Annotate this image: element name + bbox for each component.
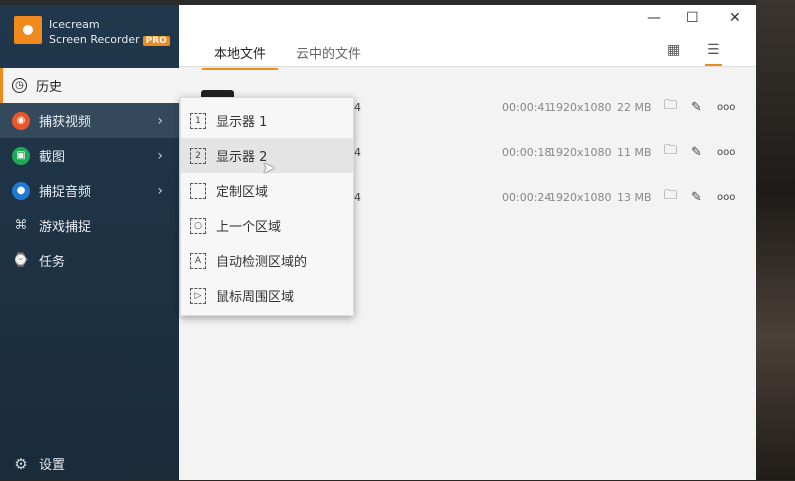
- file-name: 4: [354, 190, 361, 204]
- close-button[interactable]: ✕: [729, 10, 741, 26]
- app-name-line2: Screen Recorder: [49, 33, 140, 46]
- menu-item-label: 上一个区域: [216, 220, 282, 235]
- custom-area-icon: [190, 182, 206, 199]
- sidebar-item-capture-audio[interactable]: ● 捕捉音频 ›: [0, 173, 179, 208]
- menu-item-auto-detect[interactable]: A 自动检测区域的: [181, 243, 353, 278]
- more-icon[interactable]: ooo: [717, 102, 735, 113]
- sidebar-item-label: 捕获视频: [39, 115, 92, 130]
- record-icon: ◉: [12, 111, 30, 130]
- sidebar-item-label: 任务: [39, 255, 66, 270]
- minimize-button[interactable]: —: [647, 10, 661, 26]
- camera-icon: ▣: [12, 146, 30, 165]
- auto-detect-icon: A: [190, 252, 206, 269]
- sidebar-item-screenshot[interactable]: ▣ 截图 ›: [0, 138, 179, 173]
- desktop-background: [756, 0, 795, 480]
- sidebar-item-label: 游戏捕捉: [39, 220, 92, 235]
- file-resolution: 1920x1080: [549, 145, 612, 159]
- capture-video-submenu: 1 显示器 1 2 显示器 2 定制区域 ○ 上一个区域 A 自动检测区域的 ▷ 鼠标周围…: [180, 97, 354, 316]
- file-name: 4: [354, 100, 361, 114]
- pro-badge: PRO: [142, 36, 170, 46]
- sidebar-item-settings[interactable]: ⚙ 设置: [0, 446, 179, 481]
- folder-icon[interactable]: 🗀: [664, 141, 677, 163]
- menu-item-label: 自动检测区域的: [216, 255, 308, 270]
- folder-icon[interactable]: 🗀: [664, 186, 677, 208]
- more-icon[interactable]: ooo: [717, 192, 735, 203]
- more-icon[interactable]: ooo: [717, 147, 735, 158]
- sidebar-item-history[interactable]: ◷ 历史: [0, 68, 179, 103]
- monitor-2-icon: 2: [190, 147, 206, 164]
- file-resolution: 1920x1080: [549, 100, 612, 114]
- edit-icon[interactable]: ✎: [691, 145, 702, 160]
- file-name: 4: [354, 145, 361, 159]
- list-view-icon[interactable]: ☰: [705, 42, 722, 66]
- menu-item-last-area[interactable]: ○ 上一个区域: [181, 208, 353, 243]
- file-size: 22 MB: [617, 100, 652, 114]
- menu-item-label: 鼠标周围区域: [216, 290, 295, 305]
- header: — ☐ ✕ 本地文件 云中的文件 ▦ ☰: [179, 5, 756, 70]
- last-area-icon: ○: [190, 217, 206, 234]
- tab-cloud-files[interactable]: 云中的文件: [296, 43, 361, 68]
- app-logo: [14, 16, 42, 44]
- sidebar-item-capture-video[interactable]: ◉ 捕获视频 ›: [0, 103, 179, 138]
- sidebar-item-label: 历史: [36, 80, 63, 95]
- sidebar: Icecream Screen Recorder PRO ◷ 历史 ◉ 捕获视频 › ▣…: [0, 5, 179, 480]
- tab-local-files[interactable]: 本地文件: [202, 43, 279, 70]
- sidebar-item-tasks[interactable]: ⌚ 任务: [0, 243, 179, 278]
- file-duration: 00:00:24: [502, 190, 552, 204]
- menu-item-around-mouse[interactable]: ▷ 鼠标周围区域: [181, 278, 353, 313]
- mouse-cursor-icon: ➤: [262, 158, 276, 177]
- app-brand: Icecream Screen Recorder PRO: [49, 17, 170, 49]
- app-name-line1: Icecream: [49, 18, 100, 31]
- task-clock-icon: ⌚: [12, 253, 30, 268]
- gamepad-icon: ⌘: [14, 218, 28, 233]
- menu-item-label: 显示器 1: [216, 115, 268, 130]
- file-resolution: 1920x1080: [549, 190, 612, 204]
- file-size: 13 MB: [617, 190, 652, 204]
- chevron-right-icon: ›: [157, 182, 163, 199]
- chevron-right-icon: ›: [157, 147, 163, 164]
- file-size: 11 MB: [617, 145, 652, 159]
- folder-icon[interactable]: 🗀: [664, 96, 677, 118]
- sidebar-item-label: 截图: [39, 150, 66, 165]
- microphone-icon: ●: [12, 181, 30, 200]
- edit-icon[interactable]: ✎: [691, 100, 702, 115]
- maximize-button[interactable]: ☐: [686, 10, 699, 26]
- menu-item-monitor-1[interactable]: 1 显示器 1: [181, 103, 353, 138]
- gear-icon: ⚙: [14, 454, 28, 473]
- menu-item-label: 定制区域: [216, 185, 269, 200]
- monitor-1-icon: 1: [190, 112, 206, 129]
- file-duration: 00:00:41: [502, 100, 552, 114]
- chevron-right-icon: ›: [157, 112, 163, 129]
- file-duration: 00:00:18: [502, 145, 552, 159]
- edit-icon[interactable]: ✎: [691, 190, 702, 205]
- menu-item-custom-area[interactable]: 定制区域: [181, 173, 353, 208]
- around-mouse-icon: ▷: [190, 287, 206, 304]
- sidebar-item-label: 设置: [39, 458, 66, 473]
- sidebar-item-label: 捕捉音频: [39, 185, 92, 200]
- menu-item-label: 显示器 2: [216, 150, 268, 165]
- sidebar-item-game-capture[interactable]: ⌘ 游戏捕捉: [0, 208, 179, 243]
- clock-icon: ◷: [12, 78, 27, 93]
- grid-view-icon[interactable]: ▦: [667, 42, 680, 58]
